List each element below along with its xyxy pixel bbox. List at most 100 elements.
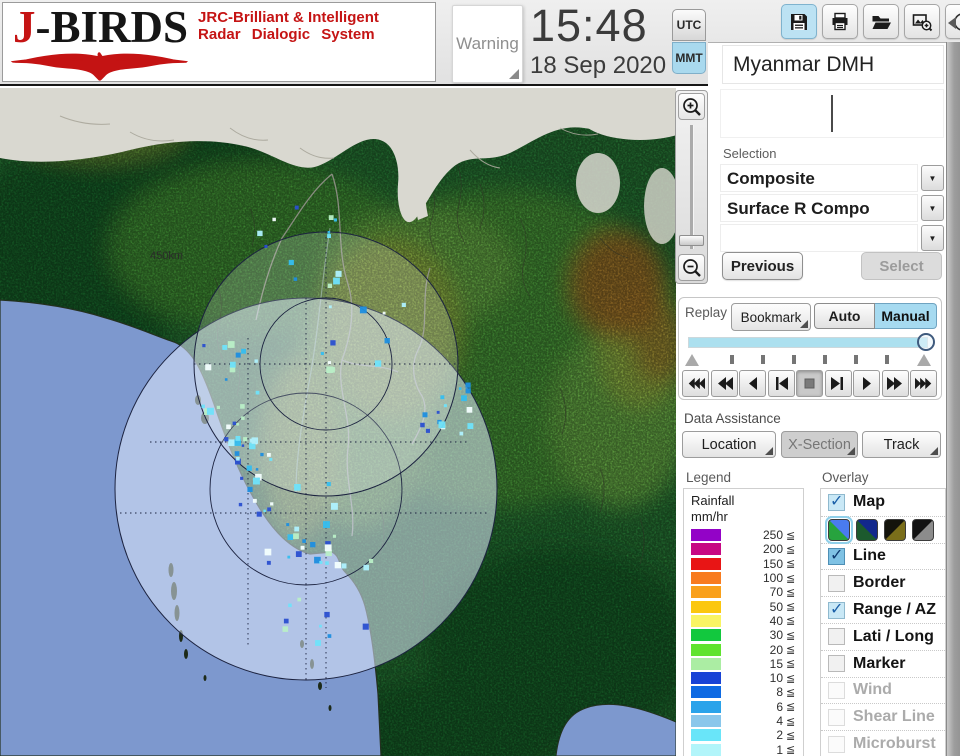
chevron-down-icon[interactable]: ▼ — [921, 165, 944, 191]
eagle-icon — [10, 52, 189, 81]
logo-text-row: J-BIRDS JRC-Brilliant & Intelligent Rada… — [3, 3, 435, 51]
map-style-swatch[interactable] — [884, 518, 906, 541]
map-style-swatch[interactable] — [825, 515, 853, 544]
product-dropdown-1-value[interactable]: Composite — [720, 164, 918, 192]
zoom-slider-track[interactable] — [690, 125, 694, 249]
checkbox[interactable] — [828, 574, 845, 592]
legend-operator: ≦ — [786, 614, 796, 628]
play-forward-icon — [862, 377, 871, 390]
fast-rewind-button[interactable] — [682, 370, 709, 397]
legend-color-swatch — [691, 715, 721, 727]
fast-forward-button[interactable] — [881, 370, 909, 397]
step-forward-button[interactable] — [824, 370, 852, 397]
legend-value: 70 — [769, 585, 783, 600]
map-style-swatch[interactable] — [912, 518, 934, 541]
slider-start-marker[interactable] — [685, 354, 699, 366]
slider-tick — [854, 355, 858, 364]
play-backward-button[interactable] — [739, 370, 766, 397]
track-button-label: Track — [883, 436, 920, 453]
replay-timeline-slider[interactable] — [688, 333, 935, 351]
overlay-item-label: Wind — [853, 681, 892, 699]
chevron-down-icon[interactable]: ▼ — [921, 225, 944, 251]
slider-tick — [792, 355, 796, 364]
warning-button-label: Warning — [456, 34, 519, 53]
bookmark-button[interactable]: Bookmark — [731, 303, 811, 331]
track-button[interactable]: Track — [862, 431, 941, 458]
replay-slider-ticks — [685, 353, 933, 367]
legend-operator: ≦ — [786, 728, 796, 742]
slider-end-marker[interactable] — [917, 354, 931, 366]
app-title-rest: -BIRDS — [35, 2, 189, 52]
stop-button[interactable] — [796, 370, 823, 397]
checkbox[interactable] — [828, 655, 845, 673]
legend-color-swatch — [691, 586, 721, 599]
station-search-input[interactable] — [720, 89, 944, 138]
add-image-icon — [912, 13, 933, 31]
legend-color-swatch — [691, 657, 721, 670]
legend-value: 20 — [769, 642, 783, 657]
app-title-initial: J — [13, 2, 36, 52]
step-backward-button[interactable] — [767, 370, 795, 397]
rewind-button[interactable] — [710, 370, 738, 397]
legend-unit-line1: Rainfall — [691, 493, 735, 508]
select-button[interactable]: Select — [861, 252, 942, 280]
product-dropdown-2: Surface R Compo ▼ — [720, 194, 944, 222]
open-folder-button[interactable] — [863, 4, 899, 39]
legend-color-swatch — [691, 643, 721, 656]
zoom-in-button[interactable] — [678, 93, 705, 120]
legend-value: 10 — [769, 671, 783, 686]
checkbox[interactable]: ✓ — [828, 544, 845, 565]
manual-mode-button[interactable]: Manual — [875, 303, 937, 329]
mmt-button[interactable]: MMT — [672, 42, 706, 74]
replay-mode-toggle: Auto Manual — [814, 303, 937, 329]
overlay-item-microburst: Microburst — [821, 730, 945, 756]
save-icon — [791, 13, 807, 30]
checkbox — [828, 708, 845, 726]
fast-forward-icon — [886, 377, 902, 390]
print-button[interactable] — [822, 4, 858, 39]
legend-entry: 8 ≦ — [684, 685, 803, 699]
location-button[interactable]: Location — [682, 431, 776, 458]
previous-button[interactable]: Previous — [722, 252, 803, 280]
bookmark-button-label: Bookmark — [740, 309, 802, 325]
check-icon: ✓ — [830, 544, 844, 564]
legend-operator: ≦ — [786, 700, 796, 714]
legend-operator: ≦ — [786, 657, 796, 671]
warning-button[interactable]: Warning — [452, 5, 523, 83]
legend-entry: 4 ≦ — [684, 714, 803, 728]
checkbox[interactable]: ✓ — [828, 598, 845, 619]
product-dropdown-2-value[interactable]: Surface R Compo — [720, 194, 918, 222]
legend-entry: 10 ≦ — [684, 671, 803, 685]
map-zoom-control — [675, 90, 708, 284]
legend-entry: 150 ≦ — [684, 557, 803, 571]
fastest-forward-button[interactable] — [910, 370, 937, 397]
xsection-button[interactable]: X-Section — [781, 431, 858, 458]
checkbox[interactable] — [828, 628, 845, 646]
map-style-swatch[interactable] — [856, 518, 878, 541]
legend-color-swatch — [691, 743, 721, 756]
radar-map[interactable]: 450km — [0, 88, 676, 756]
map-checkbox[interactable]: ✓ — [828, 491, 845, 511]
add-image-button[interactable] — [904, 4, 940, 39]
timezone-toggle: UTC MMT — [672, 9, 706, 74]
overlay-item-wind: Wind — [821, 676, 945, 704]
legend-value: 100 — [762, 571, 783, 586]
app-logo: J-BIRDS JRC-Brilliant & Intelligent Rada… — [2, 2, 436, 82]
utc-button[interactable]: UTC — [672, 9, 706, 41]
save-button[interactable] — [781, 4, 817, 39]
auto-label: Auto — [828, 308, 861, 324]
auto-mode-button[interactable]: Auto — [814, 303, 875, 329]
toolbar-collapse-icon[interactable] — [948, 17, 956, 29]
play-forward-button[interactable] — [853, 370, 880, 397]
legend-operator: ≦ — [786, 714, 796, 728]
panel-scroll-strip[interactable] — [946, 42, 960, 756]
zoom-out-button[interactable] — [678, 254, 705, 281]
product-dropdown-3-value[interactable] — [720, 224, 918, 252]
replay-slider-thumb[interactable] — [917, 333, 935, 351]
xsection-button-label: X-Section — [788, 436, 851, 453]
legend-operator: ≦ — [786, 743, 796, 756]
check-icon: ✓ — [830, 598, 844, 618]
chevron-down-icon[interactable]: ▼ — [921, 195, 944, 221]
slider-tick — [761, 355, 765, 364]
zoom-slider-thumb[interactable] — [679, 235, 704, 246]
